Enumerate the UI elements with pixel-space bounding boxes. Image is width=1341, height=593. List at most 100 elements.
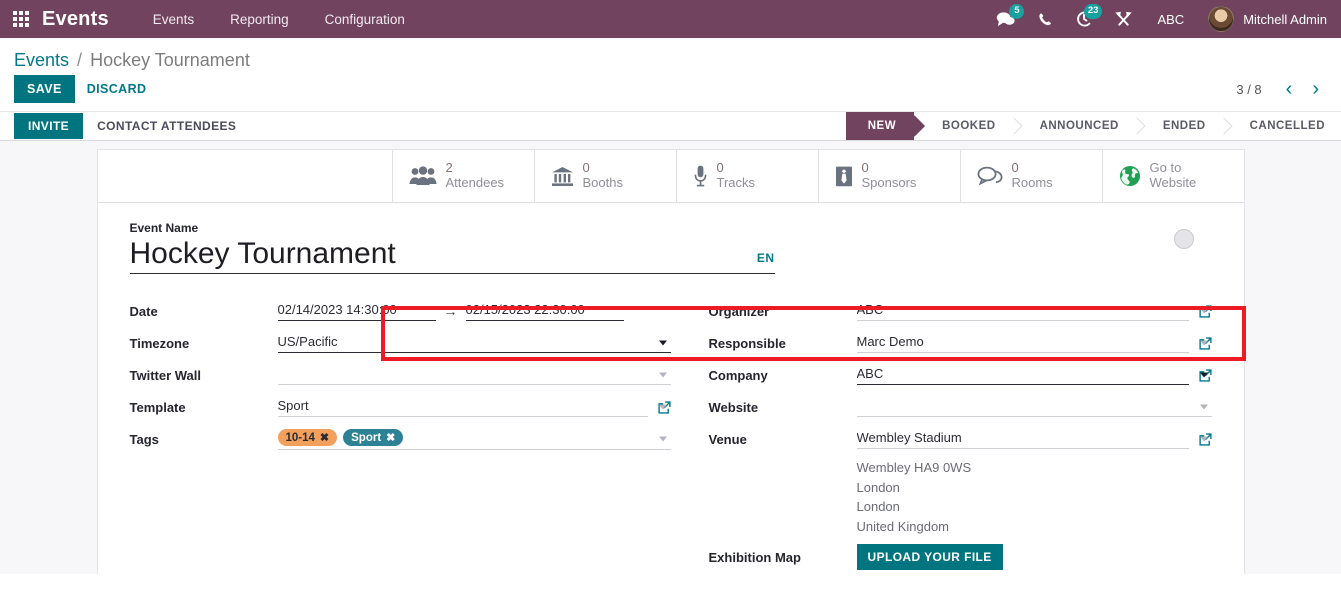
activities-clock-icon[interactable]: 23 [1064,0,1104,38]
menu-item-configuration[interactable]: Configuration [307,0,423,38]
debug-tools-icon[interactable] [1104,0,1143,38]
twitter-wall-label: Twitter Wall [129,367,202,383]
date-end-input[interactable] [465,301,624,321]
smart-button-rooms-label: Rooms [1011,175,1053,190]
status-bar: INVITE CONTACT ATTENDEES NEW BOOKED ANNO… [0,111,1341,141]
timezone-select[interactable] [277,333,671,353]
date-range-arrow-icon: → [443,303,458,319]
smart-button-attendees[interactable]: 2 Attendees [391,150,534,202]
invite-button[interactable]: INVITE [14,113,84,139]
organizer-label: Organizer [708,303,770,319]
smart-button-tracks[interactable]: 0 Tracks [675,150,818,202]
website-select[interactable] [856,397,1212,417]
venue-select[interactable] [856,429,1189,449]
smart-button-rooms[interactable]: 0 Rooms [959,150,1102,202]
smart-button-bar: 2 Attendees 0 Booths 0 Tracks 0 Sponsors… [97,150,1244,203]
tags-container[interactable]: 10-14 ✖ Sport ✖ [277,428,671,450]
language-badge[interactable]: EN [757,251,775,271]
twitter-wall-select[interactable] [277,365,671,385]
status-step-new[interactable]: NEW [845,112,915,140]
form-sheet: 2 Attendees 0 Booths 0 Tracks 0 Sponsors… [96,149,1245,574]
field-website: Website [709,396,1212,418]
messages-icon[interactable]: 5 [985,0,1026,38]
company-select[interactable] [856,365,1189,385]
record-pager: 3 / 8 ‹ › [1236,79,1327,99]
template-label: Template [129,399,186,415]
form-fields: Event Name EN Date → [98,203,1244,574]
control-panel: Events / Hockey Tournament SAVE DISCARD … [0,38,1341,111]
tag-remove-icon[interactable]: ✖ [386,431,395,444]
smart-button-booths-label: Booths [582,175,623,190]
smart-button-website-value: Go to [1149,160,1182,176]
status-step-cancelled[interactable]: CANCELLED [1223,112,1341,140]
menu-item-events[interactable]: Events [135,0,212,38]
avatar [1208,6,1235,32]
messages-badge: 5 [1009,4,1025,19]
responsible-label: Responsible [708,335,786,351]
control-panel-buttons: SAVE DISCARD 3 / 8 ‹ › [14,75,1327,111]
booths-bank-icon [551,166,574,187]
rooms-chat-icon [976,166,1003,186]
tag-item[interactable]: Sport ✖ [343,429,404,446]
status-step-announced[interactable]: ANNOUNCED [1013,112,1137,140]
smart-button-booths[interactable]: 0 Booths [533,150,676,202]
contact-attendees-button[interactable]: CONTACT ATTENDEES [83,113,250,139]
user-name: Mitchell Admin [1243,11,1327,27]
tag-remove-icon[interactable]: ✖ [320,431,329,444]
company-label: Company [708,367,768,383]
status-circle-badge[interactable] [1173,229,1194,249]
field-twitter-wall: Twitter Wall [130,364,671,386]
venue-address-block: Wembley HA9 0WS London London United Kin… [857,458,1212,536]
venue-internal-link-icon[interactable] [1198,432,1212,446]
breadcrumb-separator: / [77,50,83,70]
date-start-input[interactable] [277,301,436,321]
tracks-microphone-icon [693,165,708,187]
field-exhibition-map: Exhibition Map UPLOAD YOUR FILE [709,544,1212,570]
venue-address-line: London [856,499,900,514]
event-name-input[interactable] [129,237,757,271]
pager-value: 3 / 8 [1236,81,1262,97]
venue-address-line: United Kingdom [856,518,950,534]
company-switcher[interactable]: ABC [1143,0,1198,38]
responsible-internal-link-icon[interactable] [1198,336,1212,350]
organizer-select[interactable] [856,301,1189,321]
website-globe-icon [1119,165,1141,187]
pager-previous-button[interactable]: ‹ [1278,79,1301,99]
tag-label: 10-14 [285,431,315,444]
breadcrumb: Events / Hockey Tournament [14,38,1327,75]
user-menu[interactable]: Mitchell Admin [1198,0,1341,38]
tags-label: Tags [129,431,159,447]
app-brand-title[interactable]: Events [42,8,109,31]
field-timezone: Timezone [130,332,671,354]
timezone-label: Timezone [129,335,190,351]
phone-icon[interactable] [1026,0,1064,38]
pager-next-button[interactable]: › [1304,79,1327,99]
form-column-left: Date → Timezone [130,300,671,574]
field-template: Template [130,396,671,418]
template-select[interactable] [277,397,648,417]
organizer-internal-link-icon[interactable] [1198,304,1212,318]
save-button[interactable]: SAVE [14,75,75,103]
responsible-select[interactable] [856,333,1189,353]
field-responsible: Responsible [709,332,1212,354]
website-label: Website [708,399,759,415]
status-step-booked[interactable]: BOOKED [914,112,1014,140]
breadcrumb-root[interactable]: Events [14,50,69,70]
exhibition-map-label: Exhibition Map [708,549,801,565]
field-tags: Tags 10-14 ✖ Sport ✖ [130,428,671,450]
navbar-systray: 5 23 ABC Mitchell Admin [985,0,1341,38]
status-step-ended[interactable]: ENDED [1136,112,1224,140]
discard-button[interactable]: DISCARD [75,75,159,103]
upload-file-button[interactable]: UPLOAD YOUR FILE [856,544,1003,570]
form-columns: Date → Timezone [130,300,1212,574]
template-internal-link-icon[interactable] [657,400,671,414]
company-internal-link-icon[interactable] [1198,368,1212,382]
smart-button-go-to-website[interactable]: Go to Website [1101,150,1244,202]
menu-item-reporting[interactable]: Reporting [212,0,307,38]
event-name-group: Event Name EN [129,221,1212,274]
tag-item[interactable]: 10-14 ✖ [277,429,338,446]
smart-button-booths-value: 0 [582,160,590,176]
smart-button-sponsors[interactable]: 0 Sponsors [817,150,960,202]
smart-button-attendees-label: Attendees [445,175,505,190]
apps-menu-toggle[interactable] [0,0,42,38]
